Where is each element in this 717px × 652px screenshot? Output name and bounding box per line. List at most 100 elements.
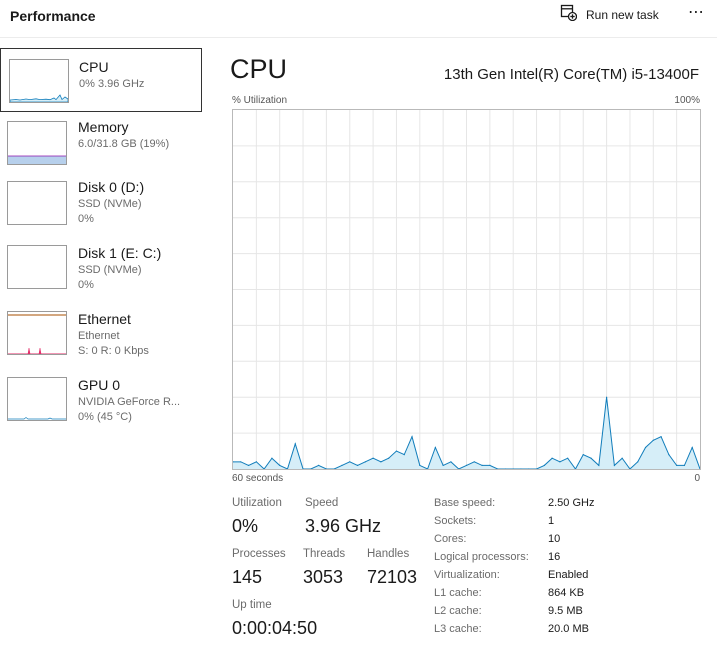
cpu-data-point [318, 464, 320, 467]
cpu-data-point [247, 464, 250, 467]
cpu-data-point [255, 461, 257, 463]
cpu-data-point [559, 461, 561, 463]
cpu-data-point [567, 457, 569, 459]
run-new-task-label: Run new task [586, 8, 659, 22]
sidebar-item-label: Disk 1 (E: C:) [78, 245, 162, 261]
spec-value: 9.5 MB [548, 605, 583, 617]
cpu-data-point [442, 464, 444, 467]
handles-label: Handles [367, 548, 410, 560]
sidebar-item-detail: Ethernet [78, 330, 120, 342]
spec-label: L2 cache: [434, 605, 482, 617]
speed-value: 3.96 GHz [305, 516, 382, 536]
sidebar-item-detail: NVIDIA GeForce R... [78, 396, 181, 408]
spec-label: Logical processors: [434, 551, 529, 563]
ethernet-thumbnail-svg [8, 314, 66, 354]
sidebar-item-label: Memory [78, 119, 129, 135]
cpu-data-point [551, 457, 553, 459]
spec-value: 16 [548, 551, 561, 563]
cpu-thumbnail-svg [10, 94, 68, 102]
cpu-data-point [356, 464, 359, 467]
sidebar-item-ethernet[interactable]: Ethernet Ethernet S: 0 R: 0 Kbps [0, 308, 202, 372]
spec-value: 2.50 GHz [548, 497, 595, 509]
handles-value: 72103 [367, 567, 418, 587]
spec-value: 20.0 MB [548, 623, 589, 635]
page-title: Performance [10, 8, 96, 24]
run-task-icon [560, 4, 578, 26]
speed-label: Speed [305, 497, 339, 509]
header-bar: Performance Run new task ⋯ [0, 0, 717, 38]
cpu-data-point [598, 464, 600, 467]
cpu-data-point [380, 461, 382, 463]
cpu-data-point [271, 457, 273, 459]
utilization-value: 0% [232, 516, 259, 536]
spec-label: Cores: [434, 533, 467, 545]
spec-label: L3 cache: [434, 623, 482, 635]
sidebar-item-detail: SSD (NVMe) [78, 264, 142, 276]
cpu-data-point [481, 464, 483, 467]
sidebar-item-detail-2: 0% [78, 213, 94, 225]
cpu-data-point [504, 468, 507, 469]
cpu-model-name: 13th Gen Intel(R) Core(TM) i5-13400F [443, 66, 699, 83]
spec-label: L1 cache: [434, 587, 482, 599]
cpu-data-point [590, 457, 592, 459]
sidebar-item-detail-2: S: 0 R: 0 Kbps [78, 345, 149, 357]
gpu-thumbnail-graph [7, 377, 67, 421]
spec-value: 1 [548, 515, 555, 527]
cpu-data-point [372, 457, 374, 459]
threads-value: 3053 [303, 567, 344, 587]
sidebar-item-label: Disk 0 (D:) [78, 179, 145, 195]
cpu-data-point [582, 454, 584, 456]
cpu-data-point [676, 464, 678, 467]
memory-thumbnail-svg [8, 155, 66, 164]
sidebar-item-detail: 6.0/31.8 GB (19%) [78, 138, 170, 150]
spec-value: 10 [548, 533, 561, 545]
more-options-button[interactable]: ⋯ [688, 4, 710, 24]
cpu-data-point [240, 461, 242, 463]
cpu-data-point [395, 450, 398, 452]
gpu-thumbnail-svg [8, 417, 66, 420]
run-new-task-button[interactable]: Run new task [560, 4, 659, 26]
uptime-value: 0:00:04:50 [232, 618, 318, 638]
cpu-data-point [543, 464, 545, 467]
cpu-data-point [528, 468, 530, 469]
cpu-data-point [349, 461, 351, 463]
spec-value: 864 KB [548, 587, 585, 599]
disk-0-thumbnail-graph [7, 181, 67, 225]
sidebar-item-detail: SSD (NVMe) [78, 198, 142, 210]
cpu-data-point [606, 396, 608, 398]
sidebar-item-detail-2: 0% [78, 279, 94, 291]
spec-value: Enabled [548, 569, 589, 581]
cpu-data-point [520, 468, 522, 469]
processes-label: Processes [232, 548, 286, 560]
cpu-data-point [637, 461, 639, 463]
cpu-data-point [473, 461, 475, 463]
cpu-data-point [411, 436, 413, 438]
memory-thumbnail-graph [7, 121, 67, 165]
cpu-data-point [341, 464, 343, 467]
spec-label: Sockets: [434, 515, 477, 527]
cpu-data-point [652, 439, 654, 441]
y-axis-label: % Utilization [232, 95, 288, 106]
cpu-data-point [613, 464, 615, 467]
sidebar-item-label: GPU 0 [78, 377, 121, 393]
sidebar-item-disk-1[interactable]: Disk 1 (E: C:) SSD (NVMe) 0% [0, 242, 202, 306]
sidebar-item-disk-0[interactable]: Disk 0 (D:) SSD (NVMe) 0% [0, 176, 202, 240]
processes-value: 145 [232, 567, 263, 587]
cpu-data-point [364, 461, 366, 463]
cpu-data-point [279, 464, 281, 467]
cpu-utilization-svg [233, 110, 700, 469]
cpu-data-point [419, 464, 421, 467]
sidebar-item-cpu[interactable]: CPU 0% 3.96 GHz [0, 48, 202, 112]
y-axis-max-label: 100% [674, 95, 700, 106]
cpu-data-point [388, 457, 390, 459]
cpu-data-point [450, 461, 452, 463]
disk-1-thumbnail-graph [7, 245, 67, 289]
cpu-data-point [434, 446, 436, 449]
sidebar-item-gpu-0[interactable]: GPU 0 NVIDIA GeForce R... 0% (45 °C) [0, 374, 202, 438]
cpu-utilization-graph [232, 109, 701, 470]
sidebar-item-memory[interactable]: Memory 6.0/31.8 GB (19%) [0, 116, 202, 180]
sidebar-item-detail: 0% 3.96 GHz [79, 78, 145, 90]
main-title: CPU [230, 54, 288, 84]
cpu-data-point [294, 443, 296, 445]
uptime-label: Up time [232, 599, 272, 611]
